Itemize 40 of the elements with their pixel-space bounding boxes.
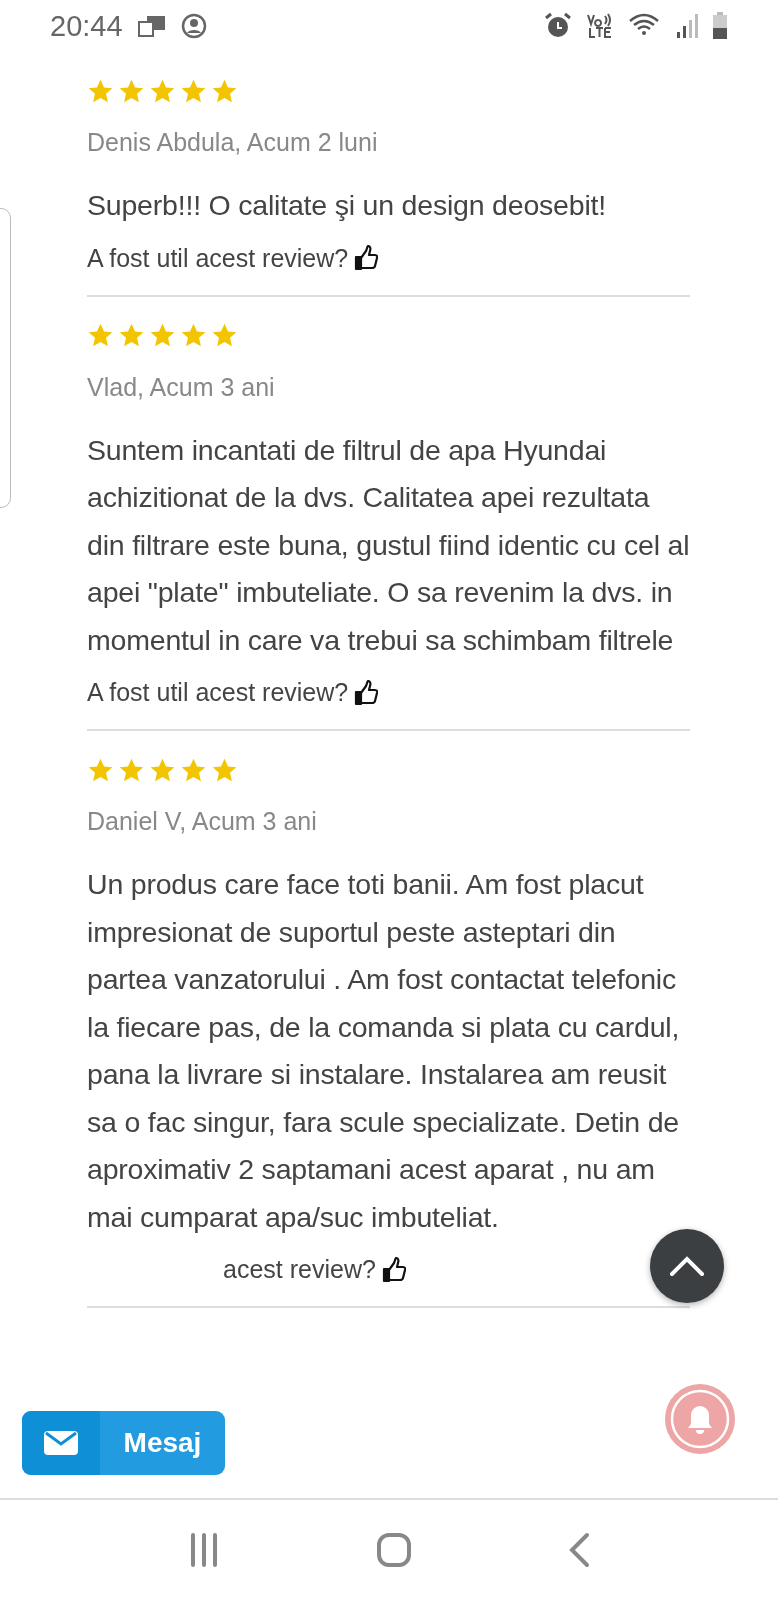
review-author: Denis Abdula, Acum 2 luni	[87, 127, 379, 158]
star-icon	[211, 322, 238, 349]
review-author: Daniel V, Acum 3 ani	[87, 806, 318, 837]
star-icon	[149, 77, 176, 105]
star-icon	[87, 322, 114, 349]
star-icon	[118, 756, 145, 784]
helpful-question: A fost util acest review?	[87, 243, 349, 273]
thumbs-up-icon[interactable]	[381, 1256, 406, 1283]
thumbs-up-icon[interactable]	[354, 679, 379, 706]
star-icon	[211, 756, 238, 784]
star-icon	[180, 756, 207, 784]
thumbs-up-icon[interactable]	[354, 245, 379, 271]
star-icon	[180, 77, 207, 105]
star-icon	[149, 322, 176, 349]
star-icon	[118, 322, 145, 349]
alarm-icon	[544, 12, 572, 40]
star-icon	[149, 756, 176, 784]
notification-icon	[136, 15, 167, 37]
star-icon	[180, 322, 207, 349]
star-icon	[211, 77, 238, 105]
review-text: Suntem incantati de filtrul de apa Hyundai achizitionat de la dvs. Calitatea apei rezultata din filtrare este buna, gustul fiind identic cu cel al apei "plate" imbuteliate. O sa revenim la dvs. in momentul in care va trebui sa schimbam filtrele	[87, 432, 690, 658]
account-icon	[180, 13, 207, 39]
helpful-question: A fost util acest review?	[87, 678, 349, 707]
envelope-icon	[43, 1430, 79, 1456]
message-button[interactable]: Mesaj	[22, 1411, 225, 1475]
review-text: Un produs care face toti banii. Am fost placut impresionat de suportul peste asteptari din partea vanzatorului . Am fost contactat telefonic la fiecare pas, de la comanda si plata cu cardul, pana la livrare si instalare. Instalarea am reusit sa o fac singur, fara scule specializate. Detin de aproximativ 2 saptamani acest aparat , nu am mai cumparat apa/suc imbuteliat.	[87, 867, 681, 1235]
review-text: Superb!!! O calitate şi un design deosebit!	[87, 188, 607, 223]
battery-icon	[712, 12, 728, 40]
signal-icon	[676, 12, 698, 40]
chevron-up-icon	[669, 1255, 705, 1277]
star-icon	[87, 77, 114, 105]
star-icon	[118, 77, 145, 105]
helpful-question: acest review?	[223, 1255, 376, 1284]
bell-icon	[669, 1388, 731, 1450]
home-icon[interactable]	[376, 1532, 412, 1568]
review-author: Vlad, Acum 3 ani	[87, 371, 276, 403]
scroll-top-button[interactable]	[650, 1229, 724, 1303]
star-icon	[87, 756, 114, 784]
volte-icon	[586, 12, 614, 40]
status-time: 20:44	[50, 9, 123, 43]
